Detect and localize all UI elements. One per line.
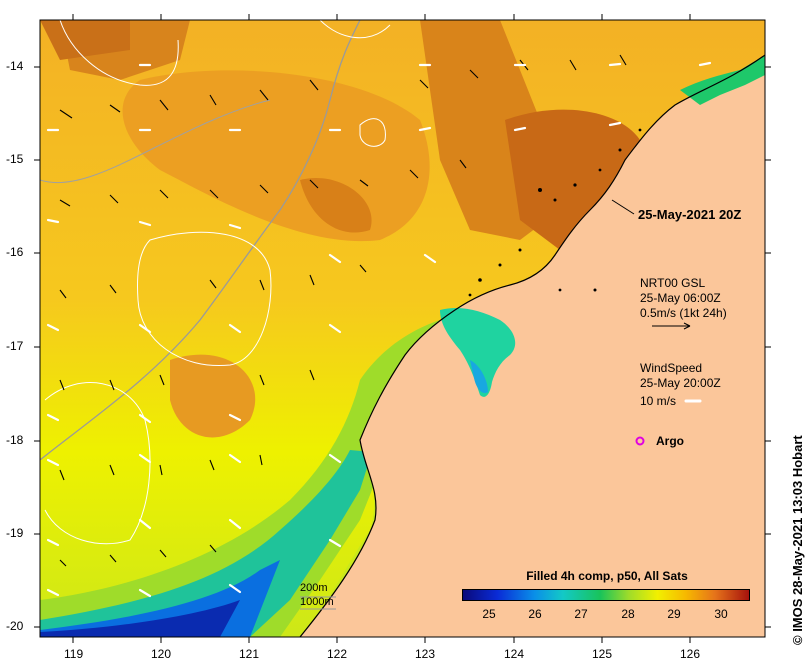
x-tick: 126 [680,647,701,661]
timestamp-label: 25-May-2021 20Z [638,207,742,222]
y-tick: -14 [6,59,24,73]
argo-label: Argo [656,434,684,448]
y-tick: -18 [6,433,24,447]
colorbar-tick: 25 [482,607,496,621]
y-tick: -19 [6,526,24,540]
colorbar-tick: 28 [621,607,635,621]
depth-200-label: 200m [300,582,328,594]
x-tick: 123 [415,647,436,661]
colorbar-tick: 29 [667,607,681,621]
colorbar [462,589,750,601]
wind-scale: 10 m/s [640,394,677,408]
colorbar-tick: 26 [528,607,542,621]
credit-label: © IMOS 28-May-2021 13:03 Hobart [790,435,805,645]
x-tick: 125 [592,647,613,661]
wind-time: 25-May 20:00Z [640,376,721,390]
x-tick: 120 [151,647,172,661]
wind-title: WindSpeed [640,361,703,375]
y-tick: -20 [6,619,24,633]
current-scale: 0.5m/s (1kt 24h) [640,306,727,320]
colorbar-title: Filled 4h comp, p50, All Sats [526,569,688,583]
y-tick: -16 [6,245,24,259]
colorbar-tick: 27 [574,607,588,621]
depth-1000-label: 1000m [300,596,334,608]
x-tick: 124 [504,647,525,661]
x-tick: 119 [64,647,84,661]
x-tick: 121 [239,647,260,661]
colorbar-tick: 30 [714,607,728,621]
x-tick: 122 [327,647,348,661]
y-tick: -17 [6,339,24,353]
current-time: 25-May 06:00Z [640,291,721,305]
current-title: NRT00 GSL [640,276,706,290]
y-tick: -15 [6,152,24,166]
